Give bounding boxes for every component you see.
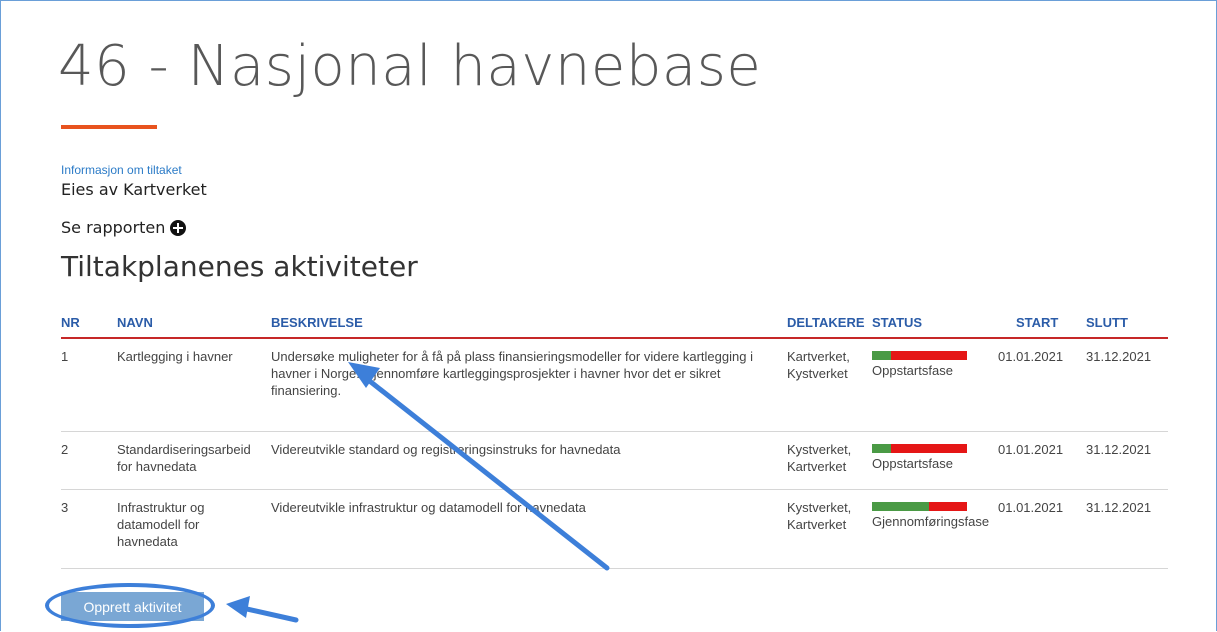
row-beskrivelse: Undersøke muligheter for å få på plass f… xyxy=(271,349,753,398)
plus-circle-icon[interactable] xyxy=(170,219,187,236)
status-progress-bar xyxy=(872,351,967,360)
row-status: Gjennomføringsfase xyxy=(872,499,1002,530)
header-slutt: SLUTT xyxy=(1086,315,1128,330)
row-nr: 1 xyxy=(61,349,69,364)
row-status: Oppstartsfase xyxy=(872,441,1002,472)
row-deltakere: Kystverket, Kartverket xyxy=(787,500,852,532)
progress-fill xyxy=(872,351,891,360)
see-report-label: Se rapporten xyxy=(61,218,166,237)
row-slutt: 31.12.2021 xyxy=(1086,442,1152,457)
see-report-toggle[interactable]: Se rapporten xyxy=(61,218,187,237)
row-nr: 2 xyxy=(61,442,69,457)
row-nr: 3 xyxy=(61,500,69,515)
status-label: Gjennomføringsfase xyxy=(872,514,990,529)
row-beskrivelse: Videreutvikle infrastruktur og datamodel… xyxy=(271,500,586,515)
table-row[interactable]: 1 Kartlegging i havner Undersøke mulighe… xyxy=(61,339,1168,432)
table-row[interactable]: 3 Infrastruktur og datamodell for havned… xyxy=(61,490,1168,569)
header-navn: NAVN xyxy=(117,315,153,330)
owner-text: Eies av Kartverket xyxy=(61,180,207,199)
row-navn: Infrastruktur og datamodell for havnedat… xyxy=(117,500,205,549)
header-nr: NR xyxy=(61,315,80,330)
progress-fill xyxy=(872,444,891,453)
row-start: 01.01.2021 xyxy=(998,500,1064,515)
progress-fill xyxy=(872,502,929,511)
row-navn: Kartlegging i havner xyxy=(117,349,233,364)
header-beskrivelse: BESKRIVELSE xyxy=(271,315,363,330)
row-start: 01.01.2021 xyxy=(998,349,1064,364)
row-status: Oppstartsfase xyxy=(872,348,1002,379)
annotation-highlight-ellipse xyxy=(45,583,215,628)
page-title: 46 - Nasjonal havnebase xyxy=(58,34,762,99)
row-beskrivelse: Videreutvikle standard og registreringsi… xyxy=(271,442,621,457)
table-row[interactable]: 2 Standardiseringsarbeid for havnedata V… xyxy=(61,432,1168,490)
row-navn: Standardiseringsarbeid for havnedata xyxy=(117,442,251,474)
section-title: Tiltakplanenes aktiviteter xyxy=(61,250,418,283)
status-label: Oppstartsfase xyxy=(872,363,953,378)
info-link[interactable]: Informasjon om tiltaket xyxy=(61,163,182,177)
row-start: 01.01.2021 xyxy=(998,442,1064,457)
title-underline xyxy=(61,125,157,129)
row-slutt: 31.12.2021 xyxy=(1086,500,1152,515)
table-header: NR NAVN BESKRIVELSE DELTAKERE STATUS STA… xyxy=(61,312,1168,339)
status-label: Oppstartsfase xyxy=(872,456,953,471)
row-slutt: 31.12.2021 xyxy=(1086,349,1152,364)
header-status: STATUS xyxy=(872,315,923,330)
progress-remaining xyxy=(929,502,967,511)
status-progress-bar xyxy=(872,502,967,511)
activities-table: NR NAVN BESKRIVELSE DELTAKERE STATUS STA… xyxy=(61,312,1168,569)
header-start: START xyxy=(1016,315,1059,330)
header-deltakere: DELTAKERE xyxy=(787,315,865,330)
row-deltakere: Kartverket, Kystverket xyxy=(787,349,850,381)
progress-remaining xyxy=(891,444,967,453)
status-progress-bar xyxy=(872,444,967,453)
progress-remaining xyxy=(891,351,967,360)
row-deltakere: Kystverket, Kartverket xyxy=(787,442,852,474)
